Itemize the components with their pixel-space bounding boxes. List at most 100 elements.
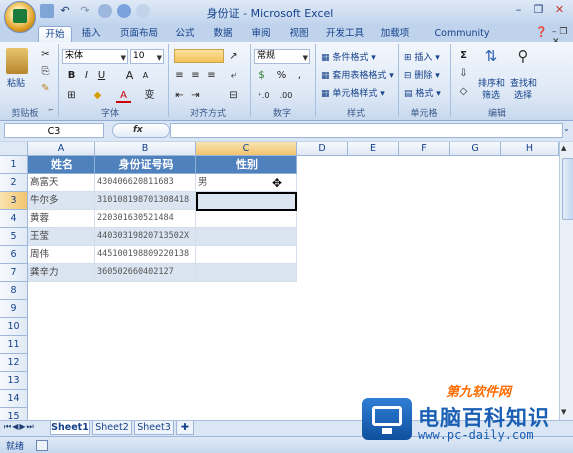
- decrease-decimal-button[interactable]: .00: [276, 88, 296, 103]
- table-cell[interactable]: 黄蓉: [28, 210, 95, 228]
- expand-formula-icon[interactable]: ⌄: [563, 124, 570, 133]
- fill-color-icon[interactable]: ◆: [90, 88, 105, 103]
- column-header-b[interactable]: B: [95, 142, 196, 156]
- conditional-format-button[interactable]: ▦ 条件格式 ▾: [321, 50, 376, 63]
- wrap-text-icon[interactable]: ⤶: [226, 68, 241, 83]
- row-header-12[interactable]: 12: [0, 354, 28, 372]
- fill-icon[interactable]: ⇩: [456, 66, 471, 81]
- office-button[interactable]: [4, 1, 36, 33]
- table-header-cell[interactable]: 性别: [196, 156, 297, 174]
- insert-button[interactable]: ⊞ 插入 ▾: [404, 50, 440, 63]
- cut-icon[interactable]: ✂: [38, 47, 53, 62]
- row-header-15[interactable]: 15: [0, 408, 28, 420]
- row-header-5[interactable]: 5: [0, 228, 28, 246]
- number-format-select[interactable]: 常规 ▼: [254, 49, 310, 64]
- column-header-d[interactable]: D: [297, 142, 348, 156]
- phonetic-button[interactable]: 变: [142, 88, 157, 103]
- bold-button[interactable]: B: [64, 68, 79, 83]
- increase-indent-icon[interactable]: ⇥: [188, 88, 203, 103]
- font-color-button[interactable]: A: [116, 88, 131, 103]
- autosum-icon[interactable]: Σ: [456, 48, 471, 63]
- sort-filter-button-2[interactable]: 筛选: [482, 88, 500, 101]
- vertical-scrollbar[interactable]: ▲ ▼: [559, 142, 573, 420]
- font-size-select[interactable]: 10 ▼: [130, 49, 164, 64]
- scroll-thumb[interactable]: [562, 158, 573, 220]
- row-header-2[interactable]: 2: [0, 174, 28, 192]
- grow-font-button[interactable]: A: [122, 68, 137, 83]
- decrease-indent-icon[interactable]: ⇤: [172, 88, 187, 103]
- tab-review[interactable]: 审阅: [246, 26, 276, 42]
- circle-icon-2[interactable]: [117, 4, 131, 18]
- table-cell[interactable]: 王莹: [28, 228, 95, 246]
- column-header-c[interactable]: C: [196, 142, 297, 156]
- vertical-align-buttons[interactable]: [174, 49, 224, 63]
- column-header-g[interactable]: G: [450, 142, 501, 156]
- tab-home[interactable]: 开始: [38, 26, 72, 43]
- table-cell[interactable]: [196, 228, 297, 246]
- format-button[interactable]: ▤ 格式 ▾: [404, 86, 441, 99]
- tab-developer[interactable]: 开发工具: [322, 26, 368, 42]
- tab-addins[interactable]: 加载项: [378, 26, 412, 42]
- row-header-14[interactable]: 14: [0, 390, 28, 408]
- sheet-tab-1[interactable]: Sheet1: [50, 421, 90, 435]
- active-cell-selection[interactable]: [196, 192, 297, 211]
- row-header-7[interactable]: 7: [0, 264, 28, 282]
- undo-icon[interactable]: ↶: [58, 4, 72, 18]
- help-icon[interactable]: ❓: [535, 27, 547, 38]
- row-header-10[interactable]: 10: [0, 318, 28, 336]
- tab-data[interactable]: 数据: [208, 26, 238, 42]
- tab-view[interactable]: 视图: [284, 26, 314, 42]
- row-header-9[interactable]: 9: [0, 300, 28, 318]
- comma-button[interactable]: ,: [292, 68, 307, 83]
- formula-input[interactable]: [170, 123, 563, 138]
- scroll-down-icon[interactable]: ▼: [561, 408, 566, 416]
- column-header-h[interactable]: H: [501, 142, 559, 156]
- shrink-font-button[interactable]: A: [138, 68, 153, 83]
- format-as-table-button[interactable]: ▦ 套用表格格式 ▾: [321, 68, 394, 81]
- sheet-tab-2[interactable]: Sheet2: [92, 421, 132, 435]
- save-icon[interactable]: [40, 4, 54, 18]
- row-header-8[interactable]: 8: [0, 282, 28, 300]
- row-header-4[interactable]: 4: [0, 210, 28, 228]
- table-header-cell[interactable]: 身份证号码: [95, 156, 196, 174]
- macro-record-icon[interactable]: [36, 440, 48, 451]
- table-cell[interactable]: [196, 264, 297, 282]
- italic-button[interactable]: I: [79, 68, 94, 83]
- row-header-3[interactable]: 3: [0, 192, 28, 210]
- currency-icon[interactable]: $: [254, 68, 269, 83]
- find-select-button-2[interactable]: 选择: [514, 88, 532, 101]
- font-name-select[interactable]: 宋体 ▼: [62, 49, 128, 64]
- restore-icon[interactable]: ❐: [530, 3, 547, 18]
- sheet-nav-icons[interactable]: ⏮◀▶⏭: [4, 422, 35, 432]
- table-cell[interactable]: 44030319820713502X: [95, 228, 196, 246]
- table-cell[interactable]: 220301630521484: [95, 210, 196, 228]
- table-cell[interactable]: 高富天: [28, 174, 95, 192]
- column-header-f[interactable]: F: [399, 142, 450, 156]
- percent-button[interactable]: %: [274, 68, 289, 83]
- tab-insert[interactable]: 插入: [76, 26, 106, 42]
- row-header-13[interactable]: 13: [0, 372, 28, 390]
- circle-icon-1[interactable]: [98, 4, 112, 18]
- table-cell[interactable]: [196, 210, 297, 228]
- table-cell[interactable]: 430406620811683: [95, 174, 196, 192]
- find-select-icon[interactable]: ⚲: [512, 47, 534, 71]
- table-cell[interactable]: 310108198701308418: [95, 192, 196, 210]
- insert-sheet-icon[interactable]: ✚: [176, 421, 194, 435]
- paste-icon[interactable]: [6, 48, 28, 74]
- paste-button[interactable]: 粘贴: [7, 76, 25, 89]
- select-all-corner[interactable]: [0, 142, 28, 156]
- sheet-tab-3[interactable]: Sheet3: [134, 421, 174, 435]
- fx-icon[interactable]: fx: [133, 125, 143, 135]
- tab-page-layout[interactable]: 页面布局: [116, 26, 162, 42]
- table-cell[interactable]: 牛尔多: [28, 192, 95, 210]
- merge-center-icon[interactable]: ⊟: [226, 88, 241, 103]
- copy-icon[interactable]: ⎘: [38, 64, 53, 79]
- row-header-6[interactable]: 6: [0, 246, 28, 264]
- delete-button[interactable]: ⊟ 删除 ▾: [404, 68, 440, 81]
- table-header-cell[interactable]: 姓名: [28, 156, 95, 174]
- minimize-icon[interactable]: –: [510, 3, 527, 18]
- tab-community-clips[interactable]: Community Clips: [422, 26, 502, 55]
- align-left-icon[interactable]: ≡: [172, 68, 187, 83]
- clear-icon[interactable]: ◇: [456, 84, 471, 99]
- name-box[interactable]: C3: [4, 123, 104, 138]
